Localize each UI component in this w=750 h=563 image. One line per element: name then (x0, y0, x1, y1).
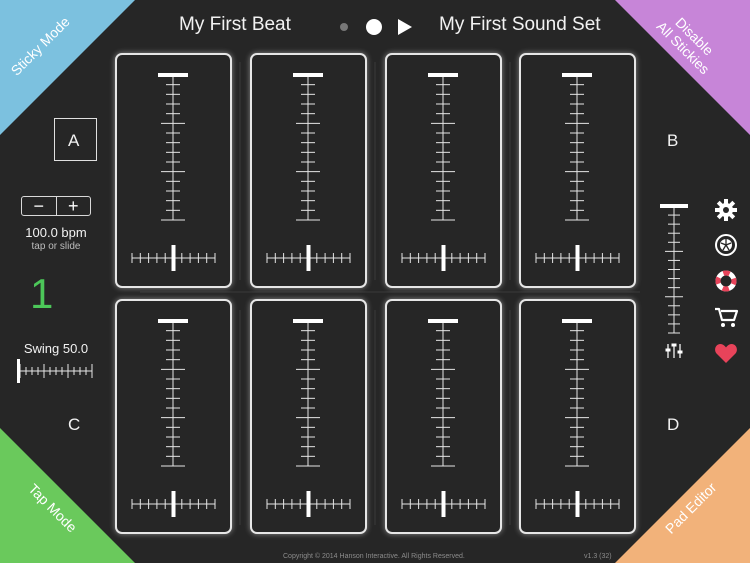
stop-circle-icon[interactable] (366, 19, 382, 35)
pad-4-pan-handle[interactable] (575, 245, 580, 271)
pad-4-volume-handle[interactable] (562, 73, 592, 77)
master-volume-slider[interactable] (654, 198, 694, 363)
pad-8[interactable] (519, 299, 636, 534)
swing-slider-handle[interactable] (17, 359, 20, 383)
pad-7-controls (401, 319, 486, 517)
pad-4[interactable] (519, 53, 636, 288)
help-button[interactable] (713, 268, 739, 294)
bpm-increase-button[interactable]: + (55, 197, 91, 215)
pad-3[interactable] (385, 53, 502, 288)
pad-5-volume-handle[interactable] (158, 319, 188, 323)
pad-3-controls (401, 73, 486, 271)
pad-8-volume-handle[interactable] (562, 319, 592, 323)
pad-5[interactable] (115, 299, 232, 534)
favorite-button[interactable] (713, 340, 739, 366)
pad-1-volume-handle[interactable] (158, 73, 188, 77)
pad-7[interactable] (385, 299, 502, 534)
pad-1[interactable] (115, 53, 232, 288)
pad-5-controls (131, 319, 216, 517)
master-volume-handle[interactable] (660, 204, 688, 208)
pad-2-controls (266, 73, 351, 271)
pad-4-controls (535, 73, 620, 271)
sound-set-title[interactable]: My First Sound Set (439, 14, 601, 36)
bank-d-label[interactable]: D (667, 415, 679, 435)
bpm-value[interactable]: 100.0 bpm (12, 225, 100, 240)
pad-8-controls (535, 319, 620, 517)
pad-6-volume-handle[interactable] (293, 319, 323, 323)
play-icon[interactable] (398, 19, 412, 35)
mixer-sliders-icon[interactable] (665, 343, 683, 359)
beat-counter: 1 (30, 270, 54, 317)
pad-2-volume-handle[interactable] (293, 73, 323, 77)
pad-6-controls (266, 319, 351, 517)
pad-1-controls (131, 73, 216, 271)
sound-button[interactable] (713, 232, 739, 258)
store-button[interactable] (713, 304, 739, 330)
pad-2[interactable] (250, 53, 367, 288)
transport-controls (340, 19, 412, 35)
pad-5-pan-handle[interactable] (171, 491, 176, 517)
bpm-stepper[interactable]: − + (21, 196, 91, 216)
pad-3-pan-handle[interactable] (441, 245, 446, 271)
pad-6-pan-handle[interactable] (306, 491, 311, 517)
drum-icon (715, 234, 737, 256)
cart-icon (715, 307, 739, 327)
swing-slider[interactable] (16, 356, 94, 386)
pad-1-pan-handle[interactable] (171, 245, 176, 271)
lifebuoy-icon (715, 270, 737, 292)
bank-a-label: A (68, 131, 80, 150)
bank-c-label[interactable]: C (68, 415, 80, 435)
gear-icon (715, 199, 737, 221)
beat-title[interactable]: My First Beat (179, 14, 291, 36)
corner-layer (0, 0, 750, 563)
record-dot-icon[interactable] (340, 23, 348, 31)
pad-6[interactable] (250, 299, 367, 534)
settings-button[interactable] (713, 197, 739, 223)
pad-7-pan-handle[interactable] (441, 491, 446, 517)
pad-7-volume-handle[interactable] (428, 319, 458, 323)
pad-2-pan-handle[interactable] (306, 245, 311, 271)
heart-icon (715, 344, 737, 363)
pad-8-pan-handle[interactable] (575, 491, 580, 517)
copyright-text: Copyright © 2014 Hanson Interactive. All… (283, 553, 465, 560)
bpm-hint: tap or slide (31, 241, 81, 252)
bank-b-label[interactable]: B (667, 131, 678, 151)
swing-label: Swing 50.0 (23, 341, 89, 356)
version-text: v1.3 (32) (584, 553, 612, 560)
bpm-decrease-button[interactable]: − (22, 197, 56, 215)
pad-3-volume-handle[interactable] (428, 73, 458, 77)
